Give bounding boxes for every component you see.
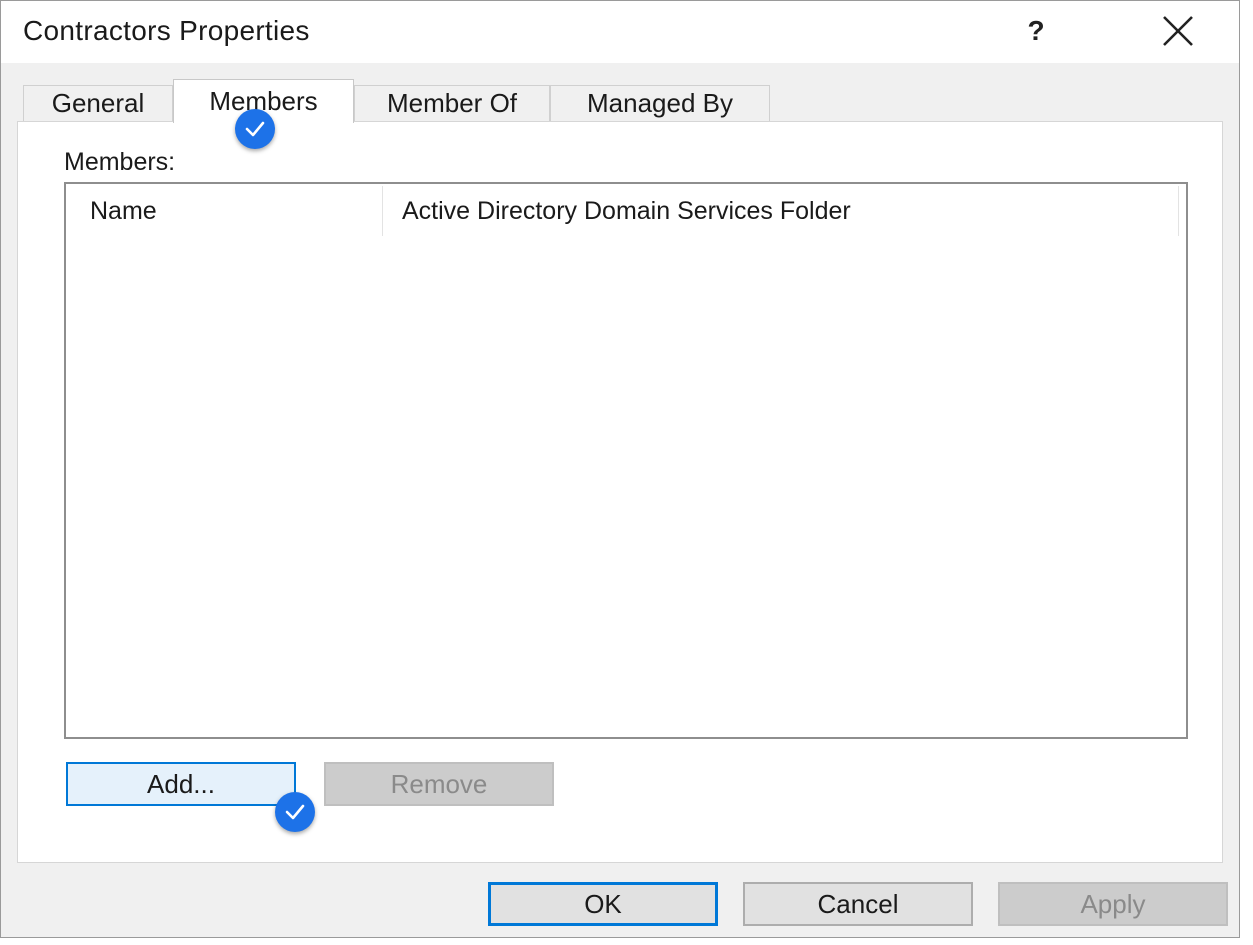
column-header-name[interactable]: Name [90,184,380,238]
close-button[interactable] [1151,9,1205,53]
members-tab-panel: Members: Name Active Directory Domain Se… [17,121,1223,863]
properties-dialog: Contractors Properties ? General Members… [0,0,1240,938]
tab-strip: General Members Member Of Managed By [23,79,783,123]
add-button[interactable]: Add... [66,762,296,806]
tab-member-of[interactable]: Member Of [354,85,550,121]
title-bar: Contractors Properties ? [1,1,1239,63]
ok-button[interactable]: OK [488,882,718,926]
window-title: Contractors Properties [23,15,310,46]
column-header-folder[interactable]: Active Directory Domain Services Folder [402,184,1172,238]
tab-managed-by[interactable]: Managed By [550,85,770,121]
column-divider[interactable] [382,186,383,236]
column-divider-end [1178,186,1179,236]
apply-button[interactable]: Apply [998,882,1228,926]
check-badge-icon [275,792,315,832]
members-label: Members: [64,148,176,176]
remove-button[interactable]: Remove [324,762,554,806]
check-badge-icon [235,109,275,149]
cancel-button[interactable]: Cancel [743,882,973,926]
tab-general[interactable]: General [23,85,173,121]
close-icon [1163,16,1193,46]
help-button[interactable]: ? [1013,9,1059,53]
members-list[interactable]: Name Active Directory Domain Services Fo… [64,182,1188,739]
